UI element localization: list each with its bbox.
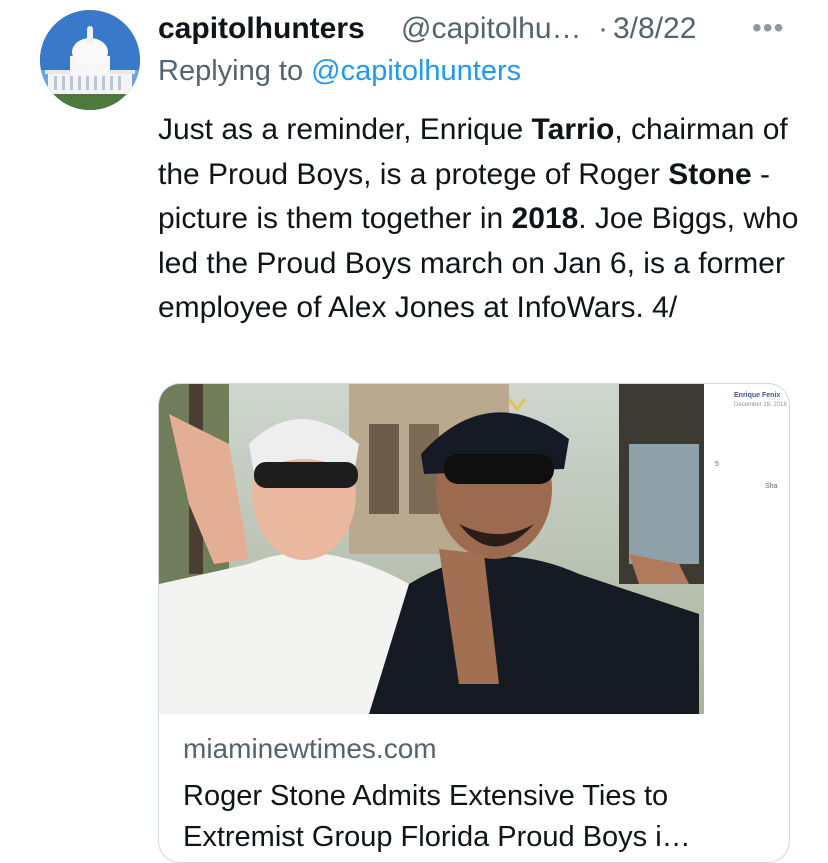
text-bold: Tarrio [531, 113, 615, 146]
card-image: Enrique Fenix December 19, 2018 5 Sha [159, 384, 789, 714]
card-domain: miaminewtimes.com [183, 733, 437, 764]
card-title-line: Roger Stone Admits Extensive Ties to [183, 780, 669, 812]
card-photo [159, 384, 789, 714]
author-name[interactable]: capitolhunters [158, 12, 365, 46]
fb-share: Sha [765, 483, 778, 490]
text-bold: Stone [668, 157, 752, 191]
replying-to: Replying to @capitolhunters [158, 55, 521, 88]
facebook-embed [704, 384, 789, 714]
card-title-line: Extremist Group Florida Proud Boys i… [183, 821, 691, 853]
avatar[interactable] [40, 10, 140, 110]
more-horizontal-icon[interactable]: ••• [752, 12, 784, 44]
capitol-building-icon [40, 10, 140, 110]
text-bold: 2018 [511, 202, 579, 235]
reply-prefix: Replying to [158, 55, 312, 87]
tweet-header: capitolhunters @capitolhu… · 3/8/22 ••• [158, 6, 798, 46]
author-handle[interactable]: @capitolhu… [401, 12, 582, 46]
fb-reaction-count: 5 [715, 461, 719, 468]
fb-date: December 19, 2018 [734, 402, 787, 408]
card-title[interactable]: Roger Stone Admits Extensive Ties to Ext… [183, 776, 783, 858]
fb-name: Enrique Fenix [734, 392, 781, 399]
tweet-text: Just as a reminder, Enrique Tarrio, chai… [158, 108, 808, 331]
text-part: Just as a reminder, Enrique [158, 113, 532, 146]
reply-mention-link[interactable]: @capitolhunters [311, 55, 521, 87]
link-card[interactable]: Enrique Fenix December 19, 2018 5 Sha mi… [158, 383, 790, 863]
separator-dot: · [598, 12, 608, 45]
tweet-date[interactable]: 3/8/22 [613, 12, 696, 46]
